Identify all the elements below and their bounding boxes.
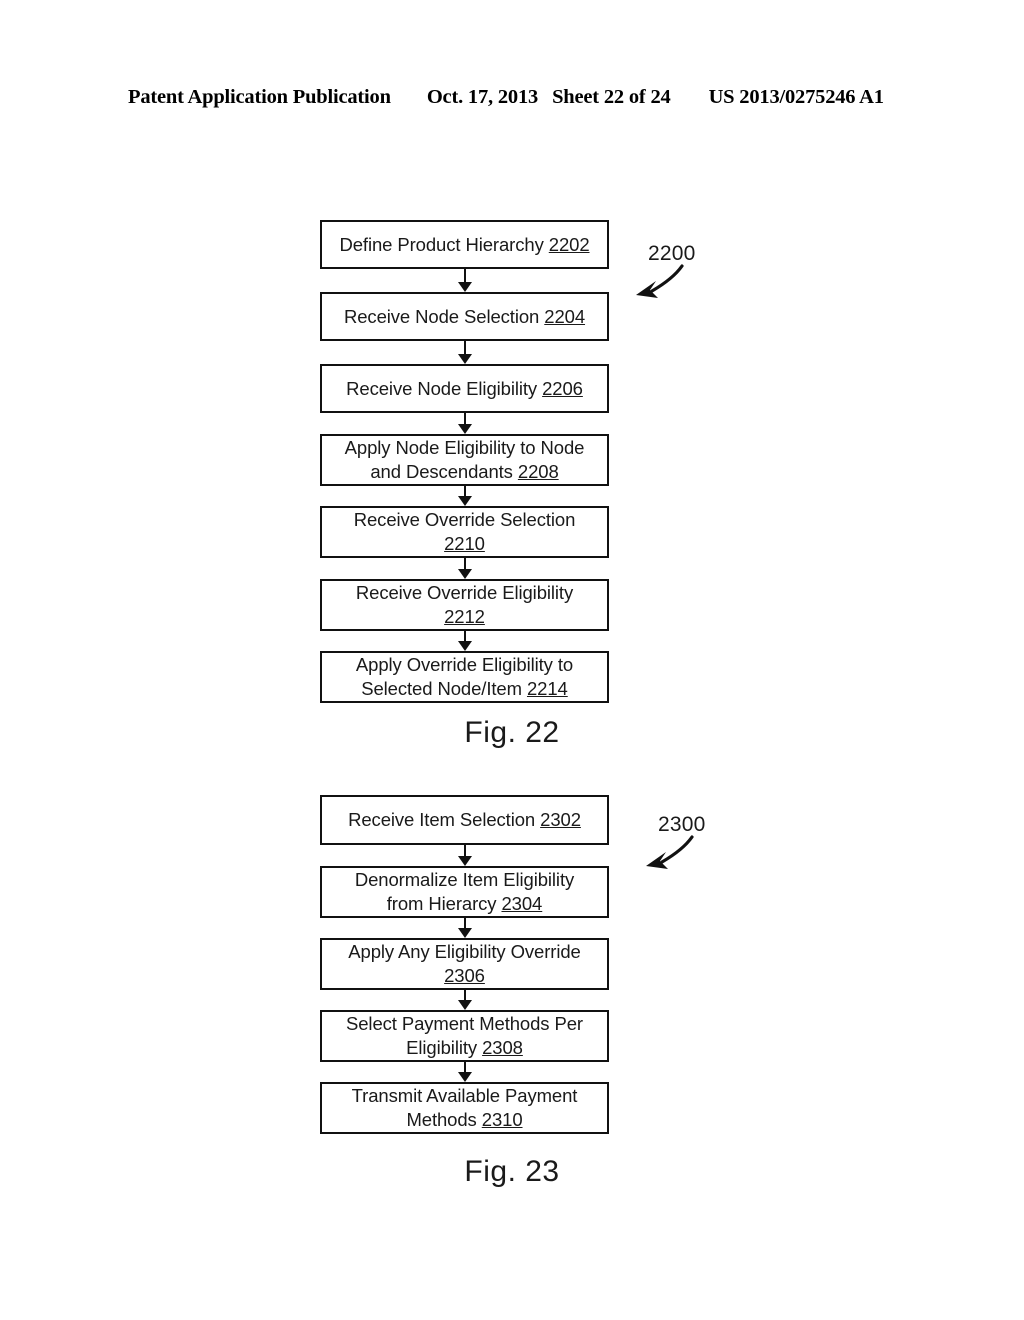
connector-stem xyxy=(464,1062,467,1072)
flow-step-2210: Receive Override Selection 2210 xyxy=(320,506,609,558)
arrowhead-down-icon xyxy=(458,928,472,938)
flowchart-2300: Receive Item Selection 2302 Denormalize … xyxy=(0,785,1024,1210)
flow-step-2208: Apply Node Eligibility to Node and Descen… xyxy=(320,434,609,486)
flow-step-2214-ref: 2214 xyxy=(526,678,568,699)
callout-leader-arrow-icon xyxy=(646,835,694,869)
arrowhead-down-icon xyxy=(458,856,472,866)
arrowhead-down-icon xyxy=(458,569,472,579)
arrowhead-down-icon xyxy=(458,1072,472,1082)
flow-step-2310-ref: 2310 xyxy=(481,1109,523,1130)
connector-2202-2204 xyxy=(458,269,472,292)
connector-2306-2308 xyxy=(458,990,472,1010)
flow-step-2206-text: Receive Node Eligibility 2206 xyxy=(346,377,583,399)
flow-step-2304-ref: 2304 xyxy=(501,893,543,914)
connector-2304-2306 xyxy=(458,918,472,938)
flow-step-2310: Transmit Available Payment Methods 2310 xyxy=(320,1082,609,1134)
arrowhead-down-icon xyxy=(458,496,472,506)
flow-step-2308-ref: 2308 xyxy=(482,1037,523,1058)
flow-step-2204: Receive Node Selection 2204 xyxy=(320,292,609,341)
flow-step-2306-ref: 2306 xyxy=(444,965,485,986)
flow-step-2210-text: Receive Override Selection 2210 xyxy=(353,509,576,554)
figure-callout-2200-label: 2200 xyxy=(648,242,696,265)
flow-step-2210-ref: 2210 xyxy=(444,533,485,554)
flow-step-2208-ref: 2208 xyxy=(517,461,559,482)
flow-step-2308: Select Payment Methods Per Eligibility 23… xyxy=(320,1010,609,1062)
connector-stem xyxy=(464,486,467,496)
connector-stem xyxy=(464,341,467,354)
header-patent-number: US 2013/0275246 A1 xyxy=(708,86,884,108)
flow-step-2304: Denormalize Item Eligibility from Hierarc… xyxy=(320,866,609,918)
patent-header: Patent Application Publication Oct. 17, … xyxy=(128,86,896,112)
flow-step-2302-ref: 2302 xyxy=(540,809,581,830)
flow-step-2302: Receive Item Selection 2302 xyxy=(320,795,609,845)
flow-step-2302-text: Receive Item Selection 2302 xyxy=(348,809,581,830)
connector-stem xyxy=(464,631,467,641)
connector-2210-2212 xyxy=(458,558,472,579)
connector-2308-2310 xyxy=(458,1062,472,1082)
connector-2212-2214 xyxy=(458,631,472,651)
connector-stem xyxy=(464,990,467,1000)
figure-callout-2300: 2300 xyxy=(640,795,760,875)
flow-step-2206: Receive Node Eligibility 2206 xyxy=(320,364,609,413)
flow-step-2306-text: Apply Any Eligibility Override 2306 xyxy=(348,941,581,986)
header-date-label: Oct. 17, 2013 xyxy=(426,86,539,108)
figure-callout-2300-label: 2300 xyxy=(658,813,706,836)
callout-leader-arrow-icon xyxy=(636,264,684,298)
flow-step-2306: Apply Any Eligibility Override 2306 xyxy=(320,938,609,990)
flow-step-2212-ref: 2212 xyxy=(444,606,485,627)
header-publication-label: Patent Application Publication xyxy=(128,86,391,108)
arrowhead-down-icon xyxy=(458,424,472,434)
flow-step-2204-ref: 2204 xyxy=(544,305,586,327)
flow-step-2202-text: Define Product Hierarchy 2202 xyxy=(339,233,590,255)
figure-caption-22: Fig. 22 xyxy=(464,716,560,749)
connector-stem xyxy=(464,558,467,569)
flowchart-2200: Define Product Hierarchy 2202 Receive No… xyxy=(0,210,1024,750)
figure-caption-23: Fig. 23 xyxy=(464,1155,560,1188)
connector-2302-2304 xyxy=(458,845,472,866)
flow-step-2204-text: Receive Node Selection 2204 xyxy=(343,305,586,327)
flow-step-2212: Receive Override Eligibility 2212 xyxy=(320,579,609,631)
flow-step-2206-ref: 2206 xyxy=(542,377,583,399)
connector-2206-2208 xyxy=(458,413,472,434)
connector-stem xyxy=(464,918,467,928)
arrowhead-down-icon xyxy=(458,354,472,364)
flow-step-2304-text: Denormalize Item Eligibility from Hierarc… xyxy=(354,869,575,914)
flow-step-2308-text: Select Payment Methods Per Eligibility 23… xyxy=(346,1013,583,1058)
connector-stem xyxy=(464,413,467,424)
header-sheet-label: Sheet 22 of 24 xyxy=(552,86,671,108)
flow-step-2214-text: Apply Override Eligibility to Selected No… xyxy=(355,654,574,699)
figure-callout-2200: 2200 xyxy=(630,220,750,300)
connector-2204-2206 xyxy=(458,341,472,364)
arrowhead-down-icon xyxy=(458,641,472,651)
arrowhead-down-icon xyxy=(458,1000,472,1010)
flow-step-2212-text: Receive Override Eligibility 2212 xyxy=(355,582,574,627)
flow-step-2202-ref: 2202 xyxy=(548,233,590,255)
flow-step-2208-text: Apply Node Eligibility to Node and Descen… xyxy=(344,437,585,482)
flow-step-2310-text: Transmit Available Payment Methods 2310 xyxy=(351,1085,578,1130)
arrowhead-down-icon xyxy=(458,282,472,292)
flow-step-2214: Apply Override Eligibility to Selected No… xyxy=(320,651,609,703)
connector-2208-2210 xyxy=(458,486,472,506)
connector-stem xyxy=(464,269,467,282)
connector-stem xyxy=(464,845,467,856)
flow-step-2202: Define Product Hierarchy 2202 xyxy=(320,220,609,269)
